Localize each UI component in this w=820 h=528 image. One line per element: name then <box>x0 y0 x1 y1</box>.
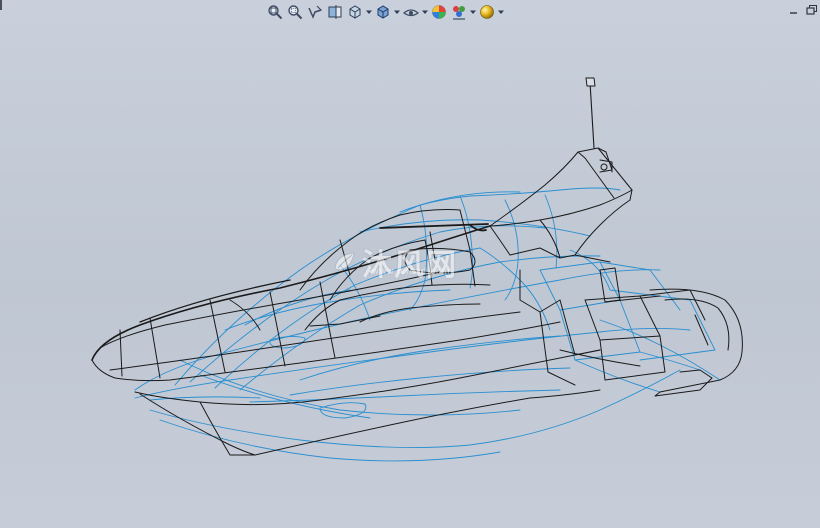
watermark-text: 沐风网 <box>362 248 458 283</box>
watermark-leaf-icon <box>334 252 355 271</box>
watermark-logo: 沐风网 <box>332 240 458 284</box>
watermark-url: www.mfcad.com <box>372 266 451 276</box>
graphics-area[interactable]: 沐风网 www.mfcad.com <box>0 0 820 528</box>
